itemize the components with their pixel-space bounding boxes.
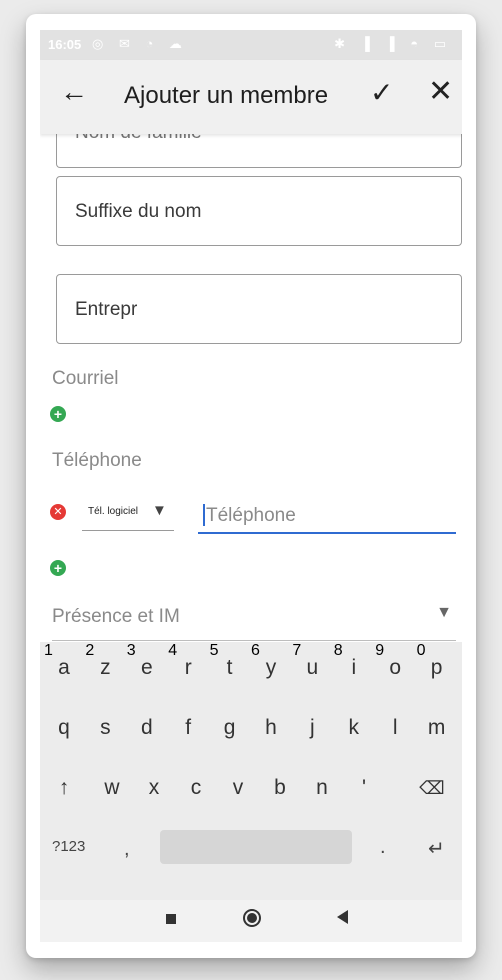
phone-type-value: Tél. logiciel <box>88 506 139 517</box>
key-g[interactable]: g <box>210 702 250 754</box>
backspace-key[interactable]: ⌫ <box>412 762 452 814</box>
comma-key[interactable]: , <box>124 838 130 861</box>
page-title: Ajouter un membre <box>124 82 329 109</box>
key-wrapper: r4 <box>168 642 208 694</box>
key-h[interactable]: h <box>251 702 291 754</box>
key-wrapper: a1 <box>44 642 84 694</box>
recent-apps-icon[interactable] <box>166 914 176 924</box>
text-cursor <box>203 504 205 526</box>
keyboard-row-4: ?123 , . ↵ <box>40 822 462 874</box>
enter-key[interactable]: ↵ <box>428 836 445 861</box>
key-r[interactable]: r <box>168 642 208 694</box>
symbols-key[interactable]: ?123 <box>52 838 85 855</box>
key-j[interactable]: j <box>292 702 332 754</box>
key-wrapper: u7 <box>292 642 332 694</box>
key-t[interactable]: t <box>210 642 250 694</box>
key-wrapper: y6 <box>251 642 291 694</box>
key-f[interactable]: f <box>168 702 208 754</box>
presence-im-dropdown[interactable]: Présence et IM ▼ <box>52 598 456 641</box>
name-suffix-label: Suffixe du nom <box>75 201 202 222</box>
period-key[interactable]: . <box>380 836 386 859</box>
phone-frame: 16:05 ◎ ✉ ◔ ☁ ✱ ▐ ▐ ◓ ▭ ← Ajouter un mem… <box>26 14 476 958</box>
key-v[interactable]: v <box>218 762 258 814</box>
phone-type-dropdown[interactable]: Tél. logiciel ▼ <box>82 500 174 531</box>
presence-im-label: Présence et IM <box>52 606 180 627</box>
add-email-icon[interactable]: + <box>50 406 66 422</box>
key-d[interactable]: d <box>127 702 167 754</box>
status-time: 16:05 <box>48 37 82 52</box>
keyboard-row-2: qsdfghjklm <box>40 702 462 754</box>
screen: 16:05 ◎ ✉ ◔ ☁ ✱ ▐ ▐ ◓ ▭ ← Ajouter un mem… <box>40 30 462 942</box>
key-wrapper: p0 <box>417 642 457 694</box>
notification-icons: ◎ ✉ ◔ ☁ <box>92 36 188 51</box>
checkmark-icon[interactable]: ✓ <box>370 76 393 109</box>
close-icon[interactable]: ✕ <box>428 74 453 109</box>
key-wrapper: e3 <box>127 642 167 694</box>
remove-phone-icon[interactable]: ✕ <box>50 504 66 520</box>
dropdown-arrow-icon: ▼ <box>436 604 452 621</box>
nav-back-icon[interactable] <box>337 910 348 924</box>
home-icon[interactable] <box>243 909 261 927</box>
system-icons: ✱ ▐ ▐ ◓ ▭ <box>334 36 452 51</box>
company-field[interactable]: Entrepr <box>56 274 462 344</box>
key-wrapper: i8 <box>334 642 374 694</box>
key-e[interactable]: e <box>127 642 167 694</box>
key-wrapper: o9 <box>375 642 415 694</box>
key-b[interactable]: b <box>260 762 300 814</box>
key-k[interactable]: k <box>334 702 374 754</box>
shift-key[interactable]: ↑ <box>46 762 82 814</box>
dropdown-arrow-icon: ▼ <box>152 502 167 519</box>
key-q[interactable]: q <box>44 702 84 754</box>
key-y[interactable]: y <box>251 642 291 694</box>
key-n[interactable]: n <box>302 762 342 814</box>
company-value: Entrepr <box>75 299 138 320</box>
key-wrapper: t5 <box>210 642 250 694</box>
key-apostrophe[interactable]: ' <box>344 762 384 814</box>
key-w[interactable]: w <box>92 762 132 814</box>
add-phone-icon[interactable]: + <box>50 560 66 576</box>
back-arrow-icon[interactable]: ← <box>60 76 88 108</box>
key-c[interactable]: c <box>176 762 216 814</box>
navigation-bar <box>40 900 462 942</box>
app-bar: ← Ajouter un membre ✓ ✕ <box>40 60 462 134</box>
key-s[interactable]: s <box>85 702 125 754</box>
key-wrapper: z2 <box>85 642 125 694</box>
phone-input[interactable] <box>198 500 456 534</box>
key-x[interactable]: x <box>134 762 174 814</box>
key-a[interactable]: a <box>44 642 84 694</box>
key-o[interactable]: o <box>375 642 415 694</box>
name-suffix-field[interactable]: Suffixe du nom <box>56 176 462 246</box>
key-m[interactable]: m <box>417 702 457 754</box>
keyboard: a1z2e3r4t5y6u7i8o9p0 qsdfghjklm ↑ ⌫ wxcv… <box>40 642 462 900</box>
space-key[interactable] <box>160 830 352 864</box>
key-z[interactable]: z <box>85 642 125 694</box>
keyboard-row-3: ↑ ⌫ w x c v b n ' <box>40 762 462 814</box>
email-section-label: Courriel <box>52 368 119 389</box>
key-i[interactable]: i <box>334 642 374 694</box>
key-u[interactable]: u <box>292 642 332 694</box>
key-l[interactable]: l <box>375 702 415 754</box>
key-p[interactable]: p <box>417 642 457 694</box>
status-bar: 16:05 ◎ ✉ ◔ ☁ ✱ ▐ ▐ ◓ ▭ <box>40 30 462 60</box>
keyboard-row-1: a1z2e3r4t5y6u7i8o9p0 <box>40 642 462 694</box>
phone-section-label: Téléphone <box>52 450 142 471</box>
